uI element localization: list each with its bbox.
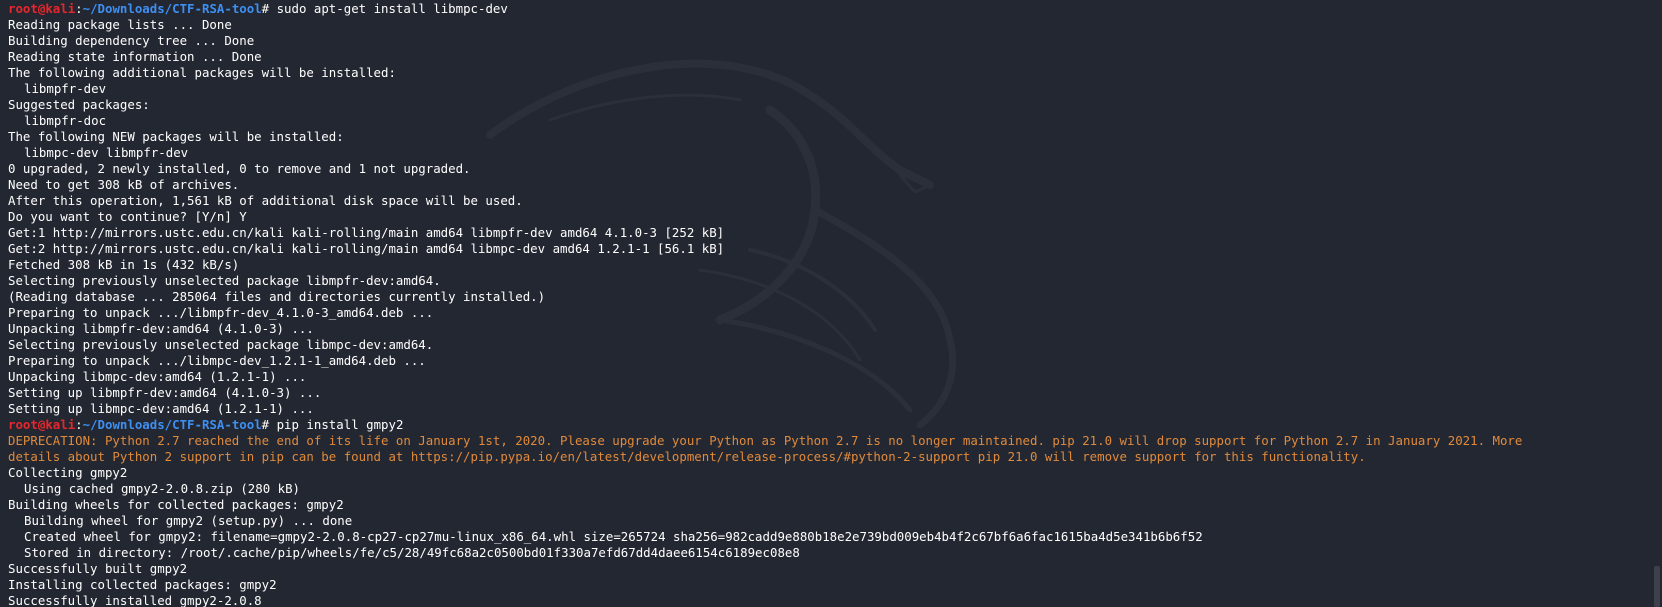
prompt-line: root@kali:~/Downloads/CTF-RSA-tool# pip … xyxy=(8,417,1662,433)
output-line: Unpacking libmpfr-dev:amd64 (4.1.0-3) ..… xyxy=(8,321,314,336)
prompt-symbol: # xyxy=(261,417,277,432)
output-line: Preparing to unpack .../libmpfr-dev_4.1.… xyxy=(8,305,434,320)
command-output: Reading package lists ... Done Building d… xyxy=(8,17,1662,417)
output-line: Get:2 http://mirrors.ustc.edu.cn/kali ka… xyxy=(8,241,725,256)
output-line: Collecting gmpy2 xyxy=(8,465,128,480)
output-line: (Reading database ... 285064 files and d… xyxy=(8,289,546,304)
output-line: libmpfr-doc xyxy=(24,113,107,128)
output-line: Setting up libmpfr-dev:amd64 (4.1.0-3) .… xyxy=(8,385,322,400)
prompt-host: kali xyxy=(45,1,76,16)
deprecation-warning-line: DEPRECATION: Python 2.7 reached the end … xyxy=(8,433,1523,448)
output-line: Preparing to unpack .../libmpc-dev_1.2.1… xyxy=(8,353,426,368)
scrollbar-thumb[interactable] xyxy=(1654,566,1660,607)
prompt-separator: : xyxy=(75,417,83,432)
output-line: Building dependency tree ... Done xyxy=(8,33,255,48)
command-text: pip install gmpy2 xyxy=(276,417,404,432)
output-line: The following additional packages will b… xyxy=(8,65,396,80)
output-line: Installing collected packages: gmpy2 xyxy=(8,577,277,592)
deprecation-warning-line: details about Python 2 support in pip ca… xyxy=(8,449,1366,464)
prompt-line: root@kali:~/Downloads/CTF-RSA-tool# sudo… xyxy=(8,1,1662,17)
command-output: Collecting gmpy2 Using cached gmpy2-2.0.8… xyxy=(8,465,1662,607)
output-line: libmpc-dev libmpfr-dev xyxy=(24,145,189,160)
terminal-output: root@kali:~/Downloads/CTF-RSA-tool# sudo… xyxy=(8,1,1662,607)
output-line: Using cached gmpy2-2.0.8.zip (280 kB) xyxy=(24,481,301,496)
output-line: Successfully installed gmpy2-2.0.8 xyxy=(8,593,262,607)
output-line: Created wheel for gmpy2: filename=gmpy2-… xyxy=(24,529,1203,544)
output-line: 0 upgraded, 2 newly installed, 0 to remo… xyxy=(8,161,471,176)
output-line: Fetched 308 kB in 1s (432 kB/s) xyxy=(8,257,240,272)
output-line: Setting up libmpc-dev:amd64 (1.2.1-1) ..… xyxy=(8,401,314,416)
output-line: Unpacking libmpc-dev:amd64 (1.2.1-1) ... xyxy=(8,369,307,384)
output-line: Building wheels for collected packages: … xyxy=(8,497,344,512)
output-line: Reading state information ... Done xyxy=(8,49,262,64)
output-line: After this operation, 1,561 kB of additi… xyxy=(8,193,523,208)
prompt-path: ~/Downloads/CTF-RSA-tool xyxy=(82,1,262,16)
prompt-user: root xyxy=(8,417,38,432)
prompt-host: kali xyxy=(45,417,76,432)
prompt-symbol: # xyxy=(261,1,277,16)
output-line: libmpfr-dev xyxy=(24,81,107,96)
prompt-user: root xyxy=(8,1,38,16)
output-line: Stored in directory: /root/.cache/pip/wh… xyxy=(24,545,800,560)
output-line: Do you want to continue? [Y/n] Y xyxy=(8,209,247,224)
prompt-path: ~/Downloads/CTF-RSA-tool xyxy=(82,417,262,432)
prompt-separator: : xyxy=(75,1,83,16)
terminal-window[interactable]: root@kali:~/Downloads/CTF-RSA-tool# sudo… xyxy=(0,0,1662,607)
output-line: Get:1 http://mirrors.ustc.edu.cn/kali ka… xyxy=(8,225,725,240)
command-text: sudo apt-get install libmpc-dev xyxy=(276,1,508,16)
output-line: The following NEW packages will be insta… xyxy=(8,129,344,144)
output-line: Need to get 308 kB of archives. xyxy=(8,177,240,192)
output-line: Reading package lists ... Done xyxy=(8,17,232,32)
output-line: Selecting previously unselected package … xyxy=(8,273,441,288)
output-line: Suggested packages: xyxy=(8,97,150,112)
output-line: Successfully built gmpy2 xyxy=(8,561,188,576)
output-line: Selecting previously unselected package … xyxy=(8,337,434,352)
output-line: Building wheel for gmpy2 (setup.py) ... … xyxy=(24,513,353,528)
